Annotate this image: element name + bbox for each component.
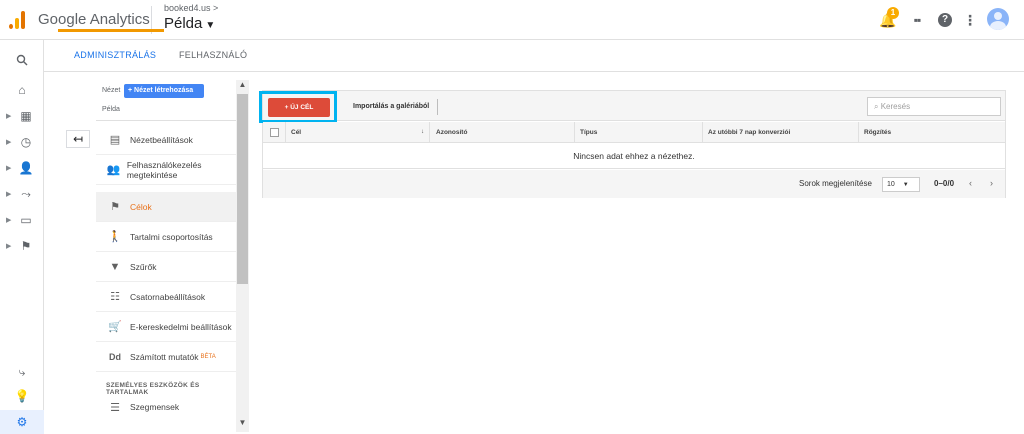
import-from-gallery-link[interactable]: Importálás a galériából (353, 103, 429, 110)
property-name: Példa (164, 15, 203, 32)
caret-down-icon: ▼ (205, 20, 216, 31)
property-selector[interactable]: Példa ▼ (164, 15, 215, 32)
view-item-label: Tartalmi csoportosítás (130, 231, 213, 242)
acquisition-icon: ⤳ (21, 186, 31, 201)
active-tab-indicator (58, 29, 164, 32)
more-options-icon[interactable]: ⋮ (960, 10, 980, 30)
rows-value: 10 (887, 181, 895, 188)
view-item-calculated-metrics[interactable]: Dd Számított mutatók BÉTA (96, 342, 236, 372)
view-name[interactable]: Példa (102, 106, 120, 113)
view-item-label: Számított mutatók (130, 351, 199, 362)
view-panel-scrollbar[interactable]: ▲ ▼ (236, 80, 249, 432)
goals-toolbar: + ÚJ CÉL Importálás a galériából ⌕ Keres… (259, 91, 1005, 123)
empty-message: Nincsen adat ehhez a nézethez. (263, 144, 1005, 169)
help-button[interactable]: ? (935, 10, 955, 30)
home-icon[interactable]: ⌂ (0, 78, 44, 102)
cart-icon: 🛒 (108, 321, 122, 333)
sort-desc-icon[interactable]: ↓ (421, 129, 424, 135)
new-goal-button[interactable]: + ÚJ CÉL (268, 98, 330, 117)
view-item-settings[interactable]: ▤ Nézetbeállítások (96, 125, 236, 155)
behavior-icon: ▭ (20, 213, 32, 227)
next-page-icon[interactable]: › (990, 178, 993, 188)
account-breadcrumb[interactable]: booked4.us > (164, 3, 218, 13)
flag-icon: ⚑ (20, 239, 32, 253)
beta-badge: BÉTA (200, 353, 216, 360)
tab-user[interactable]: FELHASZNÁLÓ (179, 50, 247, 60)
channel-icon: ☷ (110, 291, 120, 303)
view-item-content-grouping[interactable]: 🚶 Tartalmi csoportosítás (96, 222, 236, 252)
left-nav: ⌂ ▶ ▦ ▶ ◷ ▶ 👤 ▶ ⤳ ▶ ▭ ▶ ⚑ ⤷ 💡 ⚙ (0, 40, 44, 434)
rows-label: Sorok megjelenítése (799, 179, 872, 188)
table-header: Cél ↓ Azonosító Típus Az utóbbi 7 nap ko… (263, 122, 1005, 143)
app-title: Google Analytics (38, 11, 150, 28)
view-item-channel-settings[interactable]: ☷ Csatornabeállítások (96, 282, 236, 312)
search-input[interactable]: ⌕ Keresés (867, 97, 1001, 116)
nav-behavior[interactable]: ▶ ▭ (0, 208, 44, 232)
search-icon[interactable] (0, 48, 44, 72)
attribution-icon[interactable]: ⤷ (0, 360, 44, 384)
back-arrow-icon[interactable]: ↤ (66, 130, 90, 148)
select-all-checkbox[interactable] (270, 128, 279, 137)
nav-audience[interactable]: ▶ 👤 (0, 156, 44, 180)
rows-per-page-select[interactable]: 10 ▼ (882, 177, 920, 192)
notifications-button[interactable]: 🔔 1 (878, 7, 899, 30)
divider (96, 120, 236, 121)
top-bar: Google Analytics booked4.us > Példa ▼ 🔔 1… (0, 0, 1024, 40)
admin-tabs: ADMINISZTRÁLÁS FELHASZNÁLÓ (44, 40, 1024, 72)
search-placeholder: Keresés (880, 102, 911, 111)
create-view-button[interactable]: + Nézet létrehozása (124, 84, 204, 98)
column-type[interactable]: Típus (580, 129, 597, 136)
segments-icon: ☰ (110, 401, 120, 414)
chevron-down-icon: ▼ (902, 182, 909, 188)
notification-badge: 1 (887, 7, 899, 19)
table-footer: Sorok megjelenítése 10 ▼ 0–0/0 ‹ › (263, 170, 1005, 198)
view-item-label: Célok (130, 201, 152, 212)
google-analytics-logo[interactable] (9, 11, 27, 29)
flag-icon: ⚑ (110, 201, 120, 213)
view-item-label: Szűrők (130, 261, 157, 272)
nav-realtime[interactable]: ▶ ◷ (0, 130, 44, 154)
scroll-up-icon[interactable]: ▲ (236, 80, 249, 92)
view-item-label: Nézetbeállítások (130, 134, 193, 145)
view-item-user-management[interactable]: 👥 Felhasználókezelés megtekintése (96, 155, 236, 185)
settings-gear-icon[interactable]: ⚙ (0, 410, 44, 434)
filter-icon: ▼ (109, 260, 121, 273)
apps-grid-icon[interactable]: ▪▪ (907, 10, 927, 30)
lightbulb-icon[interactable]: 💡 (0, 384, 44, 408)
prev-page-icon[interactable]: ‹ (969, 178, 972, 188)
divider (437, 99, 438, 115)
person-walk-icon: 🚶 (108, 231, 122, 243)
scroll-down-icon[interactable]: ▼ (236, 418, 249, 430)
view-item-filters[interactable]: ▼ Szűrők (96, 252, 236, 282)
view-label: Nézet (102, 87, 121, 94)
column-recording[interactable]: Rögzítés (864, 129, 891, 136)
dashboard-icon: ▦ (20, 109, 32, 123)
view-item-label: E-kereskedelmi beállítások (130, 321, 232, 332)
tab-admin[interactable]: ADMINISZTRÁLÁS (74, 50, 156, 60)
view-item-segments[interactable]: ☰ Szegmensek (96, 392, 236, 422)
column-conversions[interactable]: Az utóbbi 7 nap konverziói (708, 129, 790, 136)
people-icon: 👥 (106, 164, 121, 176)
nav-conversions[interactable]: ▶ ⚑ (0, 234, 44, 258)
view-item-ecommerce-settings[interactable]: 🛒 E-kereskedelmi beállítások (96, 312, 236, 342)
clock-icon: ◷ (20, 135, 32, 149)
pagination-range: 0–0/0 (934, 179, 955, 188)
nav-customization[interactable]: ▶ ▦ (0, 104, 44, 128)
document-icon: ▤ (109, 134, 121, 146)
goals-table-panel: + ÚJ CÉL Importálás a galériából ⌕ Keres… (259, 90, 1006, 198)
column-goal[interactable]: Cél (291, 129, 301, 136)
view-item-label: Szegmensek (130, 402, 180, 412)
person-icon: 👤 (18, 161, 34, 175)
view-item-goals[interactable]: ⚑ Célok (96, 192, 236, 222)
scroll-thumb[interactable] (237, 94, 248, 284)
help-icon: ? (938, 13, 952, 27)
dd-icon: Dd (109, 351, 121, 362)
column-id[interactable]: Azonosító (436, 129, 467, 136)
avatar[interactable] (987, 8, 1009, 30)
view-panel: Nézet + Nézet létrehozása Példa ▤ Nézetb… (96, 80, 236, 432)
search-icon: ⌕ (874, 102, 879, 111)
nav-acquisition[interactable]: ▶ ⤳ (0, 182, 44, 206)
view-item-label: Csatornabeállítások (130, 291, 206, 302)
view-item-label: Felhasználókezelés megtekintése (126, 159, 202, 180)
